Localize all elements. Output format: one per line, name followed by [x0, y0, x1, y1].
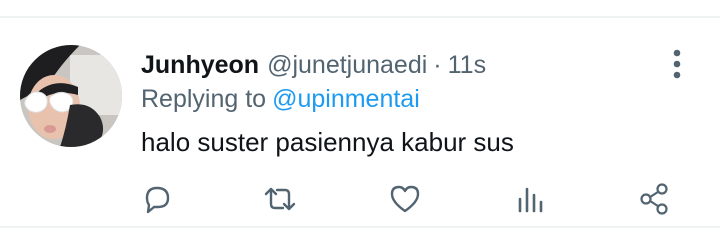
retweet-icon	[264, 187, 296, 211]
views-button[interactable]	[512, 181, 548, 217]
reply-icon	[145, 186, 170, 214]
separator-dot: ·	[433, 51, 442, 79]
like-button[interactable]	[387, 181, 423, 217]
share-icon	[640, 183, 668, 215]
more-vertical-icon	[673, 49, 681, 79]
timestamp[interactable]: 11s	[448, 51, 486, 79]
heart-icon	[390, 185, 420, 213]
more-options-button[interactable]	[663, 47, 691, 81]
share-button[interactable]	[636, 181, 672, 217]
replying-to-line: Replying to @upinmentai	[141, 84, 420, 114]
top-divider	[0, 16, 720, 18]
user-handle[interactable]: @junetjunaedi	[267, 51, 427, 79]
avatar[interactable]	[20, 45, 122, 147]
replying-to-handle[interactable]: @upinmentai	[272, 85, 420, 113]
tweet-text: halo suster pasiennya kabur sus	[141, 127, 514, 157]
bottom-divider	[0, 226, 720, 228]
retweet-button[interactable]	[262, 181, 298, 217]
replying-to-label: Replying to	[141, 85, 267, 113]
display-name[interactable]: Junhyeon	[141, 51, 259, 79]
reply-button[interactable]	[139, 181, 175, 217]
tweet-header: Junhyeon @junetjunaedi · 11s	[141, 50, 486, 80]
analytics-icon	[518, 187, 543, 213]
